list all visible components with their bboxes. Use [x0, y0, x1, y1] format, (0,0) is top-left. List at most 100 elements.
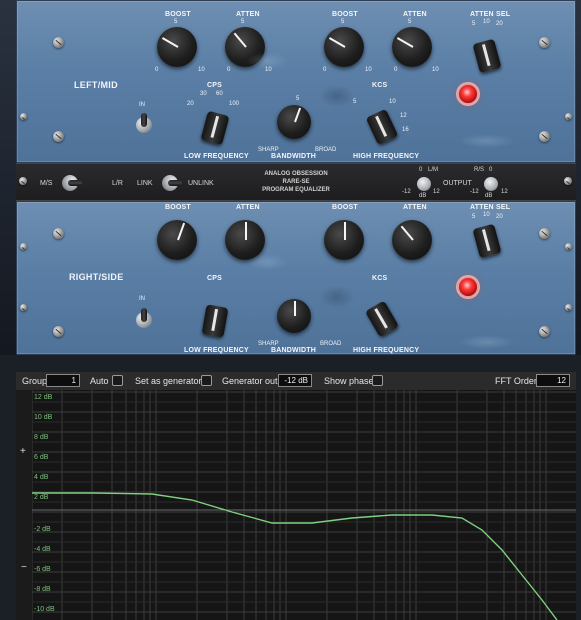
- group-label: Group: [22, 376, 48, 386]
- lm-minus12: -12: [402, 189, 411, 195]
- cps-selector[interactable]: [200, 110, 230, 146]
- show-phase-checkbox[interactable]: [372, 375, 383, 386]
- output-rs-zero: 0: [489, 167, 493, 173]
- auto-label: Auto: [90, 376, 109, 386]
- screw: [20, 113, 27, 120]
- output-lm-knob[interactable]: [417, 177, 431, 191]
- cps-30: 30: [200, 91, 207, 97]
- screw: [19, 177, 27, 185]
- screw: [53, 228, 64, 239]
- ms-lr-toggle[interactable]: [62, 175, 82, 191]
- boost-2-label-bottom: BOOST: [332, 204, 358, 211]
- atten-sel-5: 5: [472, 21, 476, 27]
- scale-10: 10: [198, 67, 205, 73]
- atten-sel-10-bottom: 10: [483, 212, 490, 218]
- kcs-5: 5: [353, 99, 357, 105]
- atten-sel-20-bottom: 20: [496, 214, 503, 220]
- scale-0: 0: [227, 67, 231, 73]
- cps-100: 100: [229, 101, 240, 107]
- boost-1-knob-bottom[interactable]: [154, 217, 200, 263]
- rs-label: R/S: [474, 167, 485, 173]
- in-label: IN: [139, 102, 145, 108]
- screw: [20, 243, 27, 250]
- in-toggle-bottom[interactable]: [136, 308, 152, 328]
- screw: [539, 326, 550, 337]
- db-label: -4 dB: [34, 546, 51, 553]
- boost-1-knob[interactable]: [154, 24, 200, 70]
- output-rs-knob[interactable]: [484, 177, 498, 191]
- low-frequency-label-bottom: LOW FREQUENCY: [184, 347, 249, 354]
- bandwidth-knob-bottom[interactable]: [274, 296, 314, 336]
- atten-sel-5-bottom: 5: [472, 214, 476, 220]
- lm-label: L/M: [428, 167, 439, 173]
- power-lamp-bottom: [459, 278, 477, 296]
- bw-scale-5: 5: [296, 96, 300, 102]
- cps-60: 60: [216, 91, 223, 97]
- in-label-bottom: IN: [139, 296, 145, 302]
- atten-1-knob[interactable]: [222, 24, 268, 70]
- db-label: 12 dB: [34, 394, 53, 401]
- background-left: [0, 0, 16, 355]
- scale-0: 0: [394, 67, 398, 73]
- kcs-16: 16: [402, 127, 409, 133]
- generator-out-input[interactable]: -12 dB: [278, 374, 312, 387]
- scale-10: 10: [432, 67, 439, 73]
- screw: [539, 37, 550, 48]
- screw: [565, 304, 572, 311]
- analyzer-toolbar: Group 1 Auto Set as generator Generator …: [16, 372, 576, 390]
- rs-minus12: -12: [470, 189, 479, 195]
- group-input[interactable]: 1: [46, 374, 80, 387]
- frequency-response-graph: 12 dB 10 dB 8 dB 6 dB 4 dB 2 dB -2 dB -4 dB -6 d…: [32, 390, 576, 620]
- set-generator-checkbox[interactable]: [201, 375, 212, 386]
- db-label: 8 dB: [34, 434, 49, 441]
- atten-sel-10: 10: [483, 19, 490, 25]
- boost-2-knob-bottom[interactable]: [321, 217, 367, 263]
- eq-plugin: BOOST ATTEN BOOST ATTEN ATTEN SEL 0 10 0…: [16, 0, 576, 355]
- db-label: -10 dB: [34, 606, 55, 613]
- fft-order-label: FFT Order: [495, 376, 537, 386]
- set-generator-label: Set as generator: [135, 376, 202, 386]
- center-strip: M/S L/R LINK UNLINK ANALOG OBSESSION RAR…: [16, 163, 576, 201]
- screw: [53, 131, 64, 142]
- product-name: ANALOG OBSESSION RARE-SE PROGRAM EQUALIZ…: [236, 170, 356, 194]
- bandwidth-knob[interactable]: [274, 102, 314, 142]
- zoom-in-button[interactable]: +: [20, 446, 26, 457]
- kcs-selector[interactable]: [365, 108, 399, 146]
- atten-2-knob[interactable]: [389, 24, 435, 70]
- kcs-label-bottom: KCS: [372, 275, 388, 282]
- db-label: -6 dB: [34, 566, 51, 573]
- screw: [565, 113, 572, 120]
- lm-db: dB: [419, 193, 427, 199]
- boost-1-label-bottom: BOOST: [165, 204, 191, 211]
- screw: [564, 177, 572, 185]
- atten-sel-switch-bottom[interactable]: [472, 223, 502, 259]
- model-line: RARE-SE: [282, 179, 310, 185]
- scale-5: 5: [174, 19, 178, 25]
- graph-svg: 12 dB 10 dB 8 dB 6 dB 4 dB 2 dB -2 dB -4 dB -6 d…: [32, 390, 576, 620]
- spectrum-analyzer: Group 1 Auto Set as generator Generator …: [16, 372, 576, 620]
- high-frequency-label-bottom: HIGH FREQUENCY: [353, 347, 420, 354]
- ms-label: M/S: [40, 180, 53, 187]
- broad-label: BROAD: [315, 147, 337, 153]
- screw: [53, 37, 64, 48]
- atten-1-knob-bottom[interactable]: [222, 217, 268, 263]
- boost-2-knob[interactable]: [321, 24, 367, 70]
- screw: [53, 326, 64, 337]
- right-side-panel: BOOST ATTEN BOOST ATTEN ATTEN SEL 5 10 2…: [16, 201, 576, 355]
- kcs-selector-bottom[interactable]: [364, 300, 400, 338]
- lr-label: L/R: [112, 180, 123, 187]
- in-toggle[interactable]: [136, 113, 152, 133]
- db-label: 2 dB: [34, 494, 49, 501]
- show-phase-label: Show phase: [324, 376, 374, 386]
- unlink-label: UNLINK: [188, 180, 214, 187]
- screw: [539, 131, 550, 142]
- atten-2-knob-bottom[interactable]: [389, 217, 435, 263]
- scale-5: 5: [341, 19, 345, 25]
- atten-sel-label: ATTEN SEL: [470, 11, 511, 18]
- fft-order-input[interactable]: 12: [536, 374, 570, 387]
- atten-sel-switch[interactable]: [472, 38, 502, 74]
- cps-selector-bottom[interactable]: [201, 304, 229, 338]
- zoom-out-button[interactable]: −: [21, 562, 27, 573]
- link-toggle[interactable]: [162, 175, 182, 191]
- auto-checkbox[interactable]: [112, 375, 123, 386]
